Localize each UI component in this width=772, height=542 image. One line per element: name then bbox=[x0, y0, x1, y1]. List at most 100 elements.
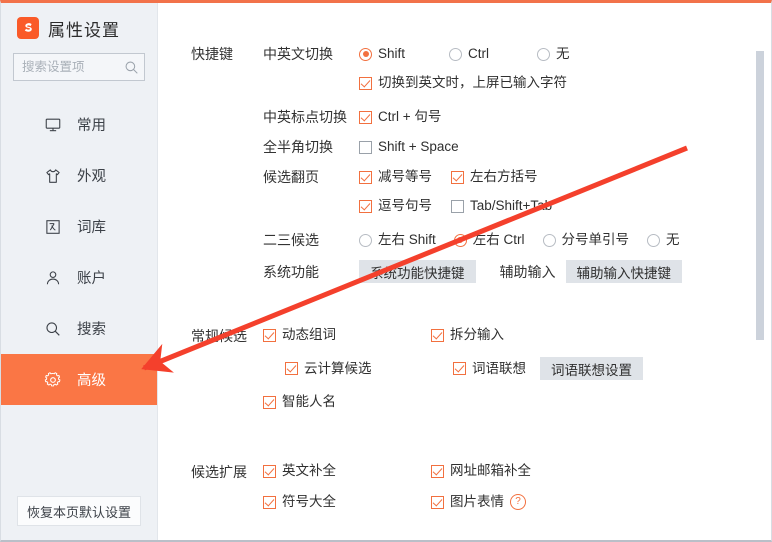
shirt-icon bbox=[43, 166, 63, 186]
checkbox-split-input[interactable]: 拆分输入 bbox=[431, 326, 504, 344]
checkbox-label: 图片表情 bbox=[450, 494, 504, 509]
checkbox-tab-shift-tab[interactable]: Tab/Shift+Tab bbox=[451, 197, 552, 215]
checkbox-indicator bbox=[431, 328, 444, 342]
checkbox-indicator bbox=[263, 328, 276, 342]
checkbox-indicator bbox=[359, 199, 372, 213]
checkbox-label: 拆分输入 bbox=[450, 327, 504, 342]
row-page-turn: 候选翻页 减号等号 左右方括号 逗号句号 Tab/Shift+Tab bbox=[159, 166, 771, 215]
system-function-fields: 系统功能 系统功能快捷键 辅助输入 辅助输入快捷键 bbox=[263, 259, 682, 283]
checkbox-label: 智能人名 bbox=[282, 394, 336, 409]
sidebar-item-label: 账户 bbox=[77, 271, 106, 287]
sidebar-item-advanced[interactable]: 高级 bbox=[1, 354, 157, 405]
row-normal-candidates: 常规候选 动态组词 拆分输入 云计算候选 词语联想 词语联想设置 智能人名 bbox=[159, 325, 771, 411]
radio-left-right-shift[interactable]: 左右 Shift bbox=[359, 231, 436, 249]
user-icon bbox=[43, 268, 63, 288]
reset-page-defaults-label: 恢复本页默认设置 bbox=[26, 504, 131, 520]
checkbox-word-association[interactable]: 词语联想 bbox=[453, 360, 526, 378]
radio-label: Shift bbox=[378, 46, 406, 61]
checkbox-indicator bbox=[451, 199, 464, 213]
checkbox-indicator bbox=[263, 495, 276, 509]
cn-en-sub-fields: 切换到英文时，上屏已输入字符 bbox=[263, 73, 570, 92]
checkbox-indicator bbox=[359, 76, 372, 90]
search-input[interactable] bbox=[14, 54, 118, 80]
radio-left-right-ctrl[interactable]: 左右 Ctrl bbox=[453, 231, 525, 249]
width-switch-fields: 全半角切换 Shift + Space bbox=[263, 136, 459, 157]
second-third-label: 二三候选 bbox=[263, 232, 319, 248]
checkbox-symbol-collection[interactable]: 符号大全 bbox=[263, 493, 336, 511]
word-association-settings-button[interactable]: 词语联想设置 bbox=[540, 357, 643, 380]
radio-label: 左右 Ctrl bbox=[472, 232, 525, 247]
checkbox-indicator bbox=[263, 464, 276, 478]
radio-indicator bbox=[449, 47, 462, 61]
radio-second-third-none[interactable]: 无 bbox=[647, 231, 680, 249]
radio-cn-en-ctrl[interactable]: Ctrl bbox=[449, 45, 537, 63]
checkbox-label: 云计算候选 bbox=[304, 360, 372, 376]
candidate-extension-row1: 英文补全 网址邮箱补全 bbox=[263, 461, 531, 480]
sidebar-item-search[interactable]: 搜索 bbox=[1, 303, 157, 354]
page-turn-row1: 候选翻页 减号等号 左右方括号 bbox=[263, 166, 552, 187]
normal-candidates-row1: 动态组词 拆分输入 bbox=[263, 325, 643, 344]
checkbox-minus-equal[interactable]: 减号等号 bbox=[359, 168, 451, 186]
section-label-candidate-extension: 候选扩展 bbox=[191, 464, 247, 480]
sidebar-item-label: 词库 bbox=[77, 220, 106, 236]
checkbox-indicator bbox=[359, 140, 372, 154]
checkbox-dynamic-phrase[interactable]: 动态组词 bbox=[263, 326, 336, 344]
col-a: 动态组词 bbox=[263, 326, 431, 344]
row-width-switch: 全半角切换 Shift + Space bbox=[159, 136, 771, 158]
cn-en-switch-label: 中英文切换 bbox=[263, 46, 333, 62]
vertical-scrollbar-thumb[interactable] bbox=[756, 51, 764, 340]
checkbox-picture-emoji[interactable]: 图片表情 ? bbox=[431, 493, 526, 511]
col-a: 符号大全 bbox=[263, 493, 431, 511]
checkbox-label: 符号大全 bbox=[282, 494, 336, 509]
second-third-fields: 二三候选 左右 Shift 左右 Ctrl 分号单引号 无 bbox=[263, 229, 680, 250]
checkbox-shift-space[interactable]: Shift + Space bbox=[359, 138, 459, 156]
row-system-function: 系统功能 系统功能快捷键 辅助输入 辅助输入快捷键 bbox=[159, 259, 771, 283]
checkbox-label: 左右方括号 bbox=[470, 169, 538, 184]
sidebar-item-account[interactable]: 账户 bbox=[1, 252, 157, 303]
assist-input-label: 辅助输入 bbox=[499, 263, 556, 280]
system-function-hotkeys-button[interactable]: 系统功能快捷键 bbox=[359, 260, 476, 283]
sidebar-item-label: 搜索 bbox=[77, 322, 106, 338]
row-label-empty bbox=[191, 106, 263, 107]
checkbox-label: 减号等号 bbox=[378, 169, 432, 184]
radio-semicolon-quote[interactable]: 分号单引号 bbox=[542, 231, 629, 249]
checkbox-indicator bbox=[453, 362, 466, 375]
checkbox-square-brackets[interactable]: 左右方括号 bbox=[451, 168, 538, 186]
width-switch-label: 全半角切换 bbox=[263, 139, 333, 155]
radio-cn-en-shift[interactable]: Shift bbox=[359, 45, 449, 63]
checkbox-url-email-completion[interactable]: 网址邮箱补全 bbox=[431, 462, 531, 480]
checkbox-indicator bbox=[431, 495, 444, 509]
sidebar-item-dictionary[interactable]: 词库 bbox=[1, 201, 157, 252]
checkbox-commit-typed-on-english[interactable]: 切换到英文时，上屏已输入字符 bbox=[359, 74, 567, 92]
system-function-label: 系统功能 bbox=[263, 263, 319, 280]
checkbox-indicator bbox=[263, 395, 276, 409]
search-box[interactable] bbox=[13, 53, 145, 81]
sidebar-item-common[interactable]: 常用 bbox=[1, 99, 157, 150]
sidebar-nav: 常用 外观 词库 账户 搜索 高级 bbox=[1, 99, 157, 405]
search-icon[interactable] bbox=[118, 54, 144, 80]
help-circle-icon[interactable]: ? bbox=[510, 494, 526, 510]
checkbox-english-completion[interactable]: 英文补全 bbox=[263, 462, 336, 480]
checkbox-comma-period[interactable]: 逗号句号 bbox=[359, 197, 451, 215]
radio-indicator bbox=[647, 233, 661, 247]
checkbox-cloud-candidates[interactable]: 云计算候选 bbox=[285, 360, 372, 378]
row-candidate-extension: 候选扩展 英文补全 网址邮箱补全 符号大全 图片表情 ? bbox=[159, 461, 771, 511]
assist-input-hotkeys-button[interactable]: 辅助输入快捷键 bbox=[565, 260, 682, 283]
punctuation-switch-fields: 中英标点切换 Ctrl + 句号 bbox=[263, 106, 441, 127]
reset-page-defaults-button[interactable]: 恢复本页默认设置 bbox=[17, 496, 141, 526]
checkbox-ctrl-period[interactable]: Ctrl + 句号 bbox=[359, 108, 441, 126]
sidebar: 属性设置 常用 bbox=[1, 3, 158, 540]
normal-candidates-row2: 云计算候选 词语联想 词语联想设置 bbox=[263, 356, 643, 380]
row-second-third-candidate: 二三候选 左右 Shift 左右 Ctrl 分号单引号 无 bbox=[159, 229, 771, 251]
checkbox-smart-person-name[interactable]: 智能人名 bbox=[263, 393, 336, 411]
sidebar-item-appearance[interactable]: 外观 bbox=[1, 150, 157, 201]
sogou-logo-icon bbox=[17, 17, 39, 39]
row-punctuation-switch: 中英标点切换 Ctrl + 句号 bbox=[159, 106, 771, 128]
radio-indicator bbox=[453, 233, 467, 247]
settings-rows: 快捷键 中英文切换 Shift Ctrl 无 切换到英文时，上屏已输入字符 中英… bbox=[159, 3, 771, 511]
radio-label: Ctrl bbox=[468, 46, 489, 61]
checkbox-label: 英文补全 bbox=[282, 463, 336, 478]
radio-cn-en-none[interactable]: 无 bbox=[537, 45, 570, 63]
